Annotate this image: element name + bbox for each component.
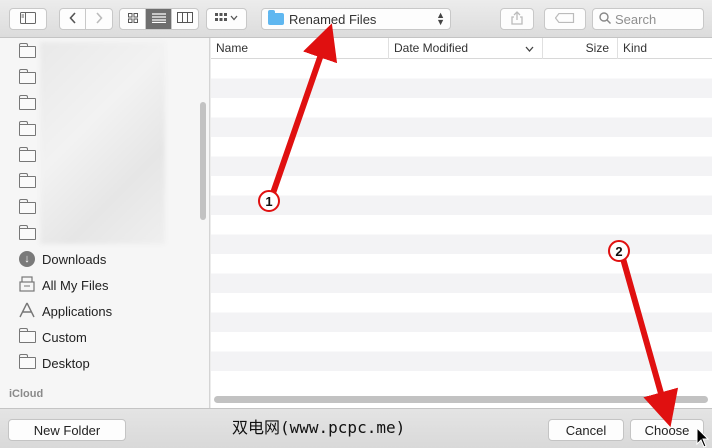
watermark: 双电网(www.pcpc.me) <box>232 418 406 437</box>
chevron-left-icon <box>68 11 77 27</box>
folder-icon <box>18 43 36 58</box>
sidebar-folder-item[interactable] <box>17 196 42 220</box>
back-forward-group <box>59 8 113 30</box>
sidebar-folder-item[interactable] <box>17 66 42 90</box>
sidebar-item-applications[interactable]: Applications <box>17 299 112 323</box>
grid-icon <box>127 12 138 26</box>
folder-icon <box>18 95 36 110</box>
new-folder-button[interactable]: New Folder <box>8 419 126 441</box>
folder-icon <box>18 69 36 84</box>
sidebar-folder-item[interactable] <box>17 118 42 142</box>
folder-icon <box>18 328 36 343</box>
sidebar-toggle-button[interactable] <box>9 8 47 30</box>
column-kind[interactable]: Kind <box>618 38 712 59</box>
column-size[interactable]: Size <box>543 38 618 59</box>
column-name[interactable]: Name <box>211 38 389 59</box>
sidebar-folder-item[interactable] <box>17 170 42 194</box>
sidebar-item-label: Custom <box>42 329 87 345</box>
sidebar-item-all-my-files[interactable]: All My Files <box>17 273 108 297</box>
sidebar-item-label: Applications <box>42 303 113 319</box>
folder-icon <box>18 173 36 188</box>
cancel-button[interactable]: Cancel <box>548 419 624 441</box>
location-label: Renamed Files <box>289 11 377 27</box>
location-popup[interactable]: Renamed Files ▲ ▼ <box>261 8 451 30</box>
sidebar-folder-item[interactable] <box>17 144 42 168</box>
sidebar-folder-item[interactable] <box>17 40 42 64</box>
toolbar: Renamed Files ▲ ▼ <box>0 0 712 38</box>
search-icon <box>599 11 611 27</box>
chevron-down-icon <box>525 38 534 59</box>
annotation-badge-2: 2 <box>608 240 630 262</box>
sidebar-item-label: Desktop <box>42 355 90 371</box>
sidebar-scrollbar[interactable] <box>200 102 206 220</box>
share-button[interactable] <box>500 8 534 30</box>
sidebar-item-downloads[interactable]: ↓ Downloads <box>17 247 106 271</box>
folder-icon <box>268 10 284 25</box>
sidebar-section-icloud: iCloud <box>9 388 44 400</box>
sidebar: ↓ Downloads All My Files Applications Cu… <box>0 38 210 408</box>
columns-icon <box>177 12 193 26</box>
download-icon: ↓ <box>19 251 35 267</box>
sidebar-item-label: All My Files <box>42 277 109 293</box>
icon-view-button[interactable] <box>120 9 146 29</box>
file-rows[interactable] <box>211 59 712 389</box>
forward-button[interactable] <box>86 9 112 29</box>
column-date-modified[interactable]: Date Modified <box>389 38 543 59</box>
list-view-button[interactable] <box>146 9 172 29</box>
chevron-right-icon <box>95 11 103 27</box>
annotation-badge-1: 1 <box>258 190 280 212</box>
column-label: Date Modified <box>394 41 469 55</box>
sidebar-folder-item[interactable] <box>17 92 42 116</box>
choose-button[interactable]: Choose <box>630 419 704 441</box>
search-field[interactable] <box>592 8 704 30</box>
blurred-region <box>40 42 165 244</box>
arrange-grid-icon <box>214 12 239 26</box>
sidebar-item-desktop[interactable]: Desktop <box>17 351 90 375</box>
folder-icon <box>18 121 36 136</box>
sidebar-icon <box>20 11 36 27</box>
sidebar-item-custom[interactable]: Custom <box>17 325 87 349</box>
folder-icon <box>18 199 36 214</box>
all-files-icon <box>19 275 35 295</box>
applications-icon <box>18 302 36 321</box>
horizontal-scrollbar[interactable] <box>214 396 708 403</box>
sidebar-item-label: Downloads <box>42 251 107 267</box>
tag-icon <box>554 12 575 26</box>
folder-icon <box>18 147 36 162</box>
arrange-button[interactable] <box>206 8 247 30</box>
file-list: Name Date Modified Size Kind <box>211 38 712 408</box>
folder-icon <box>18 225 36 240</box>
share-icon <box>511 10 523 28</box>
view-mode-group <box>119 8 199 30</box>
tags-button[interactable] <box>544 8 586 30</box>
folder-icon <box>18 354 36 369</box>
list-icon <box>151 12 166 26</box>
column-header: Name Date Modified Size Kind <box>211 38 712 59</box>
search-input[interactable] <box>615 11 695 27</box>
updown-chevron-icon: ▲ ▼ <box>436 10 445 27</box>
back-button[interactable] <box>60 9 86 29</box>
column-view-button[interactable] <box>172 9 198 29</box>
sidebar-folder-item[interactable] <box>17 222 42 246</box>
